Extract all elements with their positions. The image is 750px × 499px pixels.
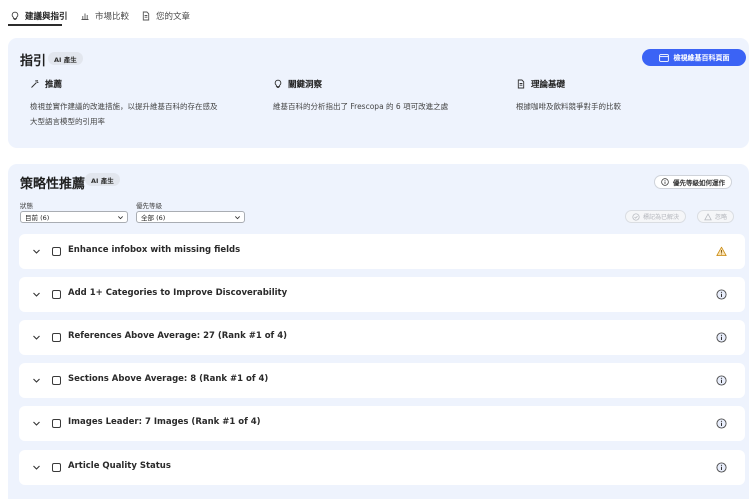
column-heading: 關鍵洞察 <box>288 80 323 90</box>
priority-filter-select[interactable]: 全部 (6) <box>136 211 245 223</box>
tab-bar: 建議與指引 市場比較 您的文章 <box>0 0 750 30</box>
ai-generated-badge: AI 產生 <box>85 173 120 186</box>
check-circle-icon <box>632 212 640 221</box>
guide-column-insights: 關鍵洞察 維基百科的分析指出了 Frescopa 的 6 項可改進之處 <box>273 78 503 114</box>
mark-resolved-button[interactable]: 標記為已解決 <box>625 210 687 223</box>
recommendation-row[interactable]: Enhance infobox with missing fields <box>19 234 745 269</box>
recommendation-row[interactable]: Images Leader: 7 Images (Rank #1 of 4) <box>19 406 745 441</box>
row-checkbox[interactable] <box>52 376 61 385</box>
column-heading: 理論基礎 <box>531 80 566 90</box>
ai-generated-badge: AI 產生 <box>48 52 83 65</box>
lightbulb-icon <box>274 79 282 88</box>
chevron-down-icon <box>235 216 240 220</box>
guide-column-recommend: 推薦 檢視並實作建議的改進措施，以提升維基百科的存在感及 大型語言模型的引用率 <box>30 78 260 129</box>
description-line: 根據咖啡及飲料競爭對手的比較 <box>516 102 621 111</box>
view-wikipedia-page-label: 檢視維基百科頁面 <box>673 53 730 62</box>
dismiss-label: 忽略 <box>715 214 728 221</box>
description-line: 大型語言模型的引用率 <box>30 117 105 126</box>
bar-chart-icon <box>81 13 89 20</box>
dismiss-button[interactable]: 忽略 <box>697 210 735 223</box>
browser-window-icon <box>658 53 669 62</box>
info-icon <box>716 375 727 386</box>
document-icon <box>517 79 525 89</box>
tab-recommendations[interactable]: 建議與指引 <box>10 7 68 25</box>
tab-label: 建議與指引 <box>25 12 68 22</box>
row-checkbox[interactable] <box>52 290 61 299</box>
priority-help-label: 優先等級如何運作 <box>673 179 725 187</box>
lightbulb-icon <box>11 11 19 20</box>
recommendation-row[interactable]: References Above Average: 27 (Rank #1 of… <box>19 320 745 355</box>
row-checkbox[interactable] <box>52 419 61 428</box>
guide-panel: 指引 AI 產生 檢視維基百科頁面 推薦 檢視並實作建議的改進措施，以提升維基百… <box>8 38 749 148</box>
column-description: 根據咖啡及飲料競爭對手的比較 <box>516 99 746 114</box>
info-icon <box>661 178 669 186</box>
recommendation-title: Images Leader: 7 Images (Rank #1 of 4) <box>68 417 261 427</box>
strategy-panel: 策略性推薦 AI 產生 優先等級如何運作 狀態 目前 (6) 優先等級 全部 (… <box>8 164 749 499</box>
column-description: 檢視並實作建議的改進措施，以提升維基百科的存在感及 大型語言模型的引用率 <box>30 99 260 129</box>
chevron-down-icon[interactable] <box>32 333 41 342</box>
tab-market-comparison[interactable]: 市場比較 <box>80 7 129 25</box>
warning-icon <box>704 212 712 220</box>
recommendation-title: Enhance infobox with missing fields <box>68 245 241 255</box>
chevron-down-icon <box>118 216 123 220</box>
mark-resolved-label: 標記為已解決 <box>643 214 680 221</box>
recommendation-title: Sections Above Average: 8 (Rank #1 of 4) <box>68 374 269 384</box>
warning-icon <box>716 246 727 256</box>
info-icon <box>716 462 727 473</box>
recommendation-title: Add 1+ Categories to Improve Discoverabi… <box>68 288 288 298</box>
strategy-title: 策略性推薦 <box>20 177 86 192</box>
recommendation-title: Article Quality Status <box>68 461 171 471</box>
recommendation-row[interactable]: Article Quality Status <box>19 450 745 485</box>
row-checkbox[interactable] <box>52 333 61 342</box>
tab-your-article[interactable]: 您的文章 <box>141 7 190 25</box>
row-checkbox[interactable] <box>52 247 61 256</box>
chevron-down-icon[interactable] <box>32 290 41 299</box>
active-tab-indicator <box>8 24 62 26</box>
description-line: 檢視並實作建議的改進措施，以提升維基百科的存在感及 <box>30 102 218 111</box>
chevron-down-icon[interactable] <box>32 247 41 256</box>
chevron-down-icon[interactable] <box>32 419 41 428</box>
status-filter-select[interactable]: 目前 (6) <box>20 211 128 223</box>
info-icon <box>716 418 727 429</box>
magic-wand-icon <box>31 80 39 88</box>
guide-column-rationale: 理論基礎 根據咖啡及飲料競爭對手的比較 <box>516 78 746 114</box>
priority-help-button[interactable]: 優先等級如何運作 <box>654 175 732 189</box>
recommendation-title: References Above Average: 27 (Rank #1 of… <box>68 331 287 341</box>
row-checkbox[interactable] <box>52 463 61 472</box>
chevron-down-icon[interactable] <box>32 376 41 385</box>
status-filter-value: 目前 (6) <box>25 214 50 222</box>
priority-filter-value: 全部 (6) <box>141 214 166 222</box>
info-icon <box>716 289 727 300</box>
document-icon <box>142 11 150 21</box>
priority-filter-label: 優先等級 <box>136 202 162 210</box>
description-line: 維基百科的分析指出了 Frescopa 的 6 項可改進之處 <box>273 102 449 111</box>
guide-title: 指引 <box>20 54 47 69</box>
info-icon <box>716 332 727 343</box>
column-description: 維基百科的分析指出了 Frescopa 的 6 項可改進之處 <box>273 99 503 114</box>
view-wikipedia-page-button[interactable]: 檢視維基百科頁面 <box>642 49 746 66</box>
recommendation-row[interactable]: Sections Above Average: 8 (Rank #1 of 4) <box>19 363 745 398</box>
status-filter-label: 狀態 <box>20 202 33 210</box>
tab-label: 市場比較 <box>95 12 130 22</box>
chevron-down-icon[interactable] <box>32 463 41 472</box>
recommendation-row[interactable]: Add 1+ Categories to Improve Discoverabi… <box>19 277 745 312</box>
tab-label: 您的文章 <box>156 12 191 22</box>
column-heading: 推薦 <box>45 80 63 90</box>
